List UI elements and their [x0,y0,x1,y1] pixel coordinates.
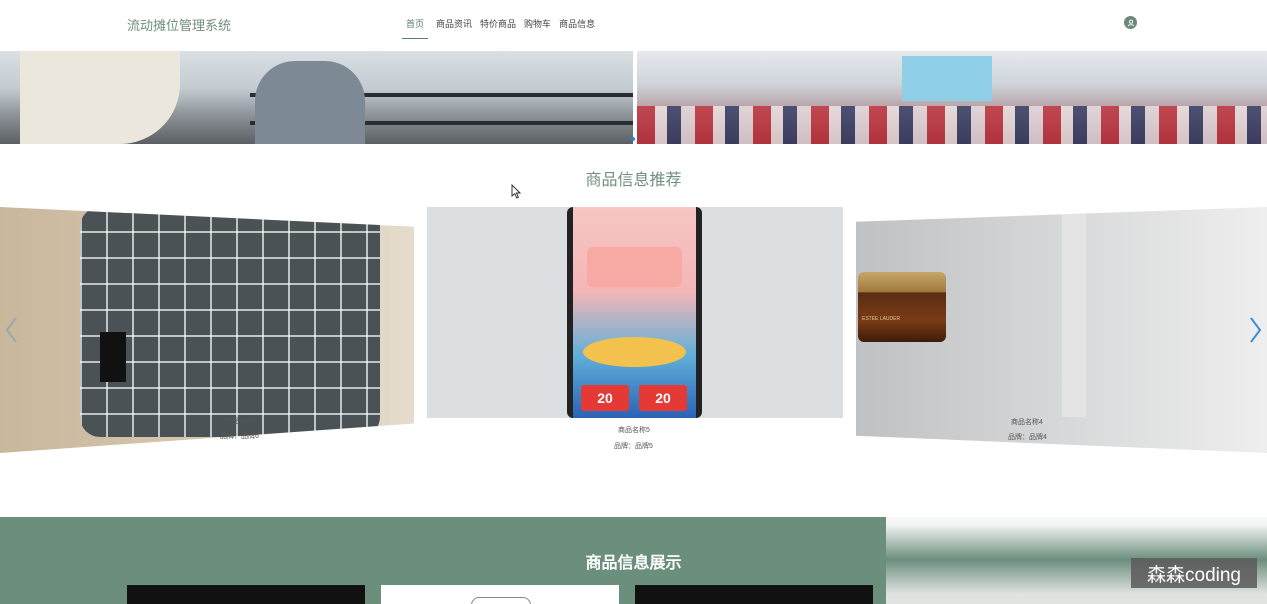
clothing-store-photo [637,51,1267,144]
watermark: 森森coding [1131,558,1257,588]
phone-promo-photo: 20 20 [567,207,702,418]
product-thumb-shape [471,597,531,604]
product-card-6[interactable] [0,207,414,453]
chevron-right-icon[interactable] [1249,316,1263,348]
page: 流动摊位管理系统 首页 商品资讯 特价商品 购物车 商品信息 商品信息推荐 商品… [0,0,1267,604]
product-name: 商品名称5 [618,427,650,434]
showcase-card[interactable] [127,585,365,604]
banner-carousel[interactable] [0,51,1267,144]
showcase-card[interactable] [381,585,619,604]
sign-board [902,56,992,101]
phone-screen: 20 20 [573,207,696,418]
pillow-pocket [100,332,126,382]
recommend-title: 商品信息推荐 [585,172,682,189]
promo-heading-shape [587,247,682,287]
main-nav: 首页 商品资讯 特价商品 购物车 商品信息 [402,17,595,39]
supermarket-shelves-photo [0,51,633,144]
top-header: 流动摊位管理系统 首页 商品资讯 特价商品 购物车 商品信息 [0,0,1267,50]
person-shape [20,51,180,144]
blurred-overlay [886,505,1267,604]
showcase-card[interactable] [635,585,873,604]
app-title[interactable]: 流动摊位管理系统 [127,15,231,34]
user-icon[interactable] [1124,16,1137,29]
clothes-rack [637,106,1267,144]
mouse-cursor-icon [511,184,521,199]
nav-item-news[interactable]: 商品资讯 [436,17,472,39]
plaid-pillow-photo [80,207,380,437]
jar-label: ESTEE LAUDER [862,316,901,322]
wall-edge [1062,212,1086,417]
user-glyph [1127,19,1134,26]
cream-jar-photo: ESTEE LAUDER [858,272,946,342]
nav-item-cart[interactable]: 购物车 [524,17,551,39]
coupon-badge: 20 [639,385,687,411]
product-brand: 品牌：品牌5 [614,443,653,450]
product-card-5[interactable]: 20 20 [427,207,843,418]
nav-item-products[interactable]: 商品信息 [559,17,595,39]
chevron-left-icon[interactable] [4,316,18,348]
nav-item-home[interactable]: 首页 [402,17,429,39]
product-name: 商品名称4 [1011,419,1043,426]
product-brand: 品牌：品牌6 [220,433,259,440]
dragon-boat-shape [583,337,686,367]
product-name: 商品名称6 [225,418,257,425]
child-shape [255,61,365,144]
coupon-badge: 20 [581,385,629,411]
product-brand: 品牌：品牌4 [1008,434,1047,441]
product-card-4[interactable]: ESTEE LAUDER [856,207,1267,453]
nav-item-specials[interactable]: 特价商品 [480,17,516,39]
carousel-indicator[interactable] [631,137,635,141]
